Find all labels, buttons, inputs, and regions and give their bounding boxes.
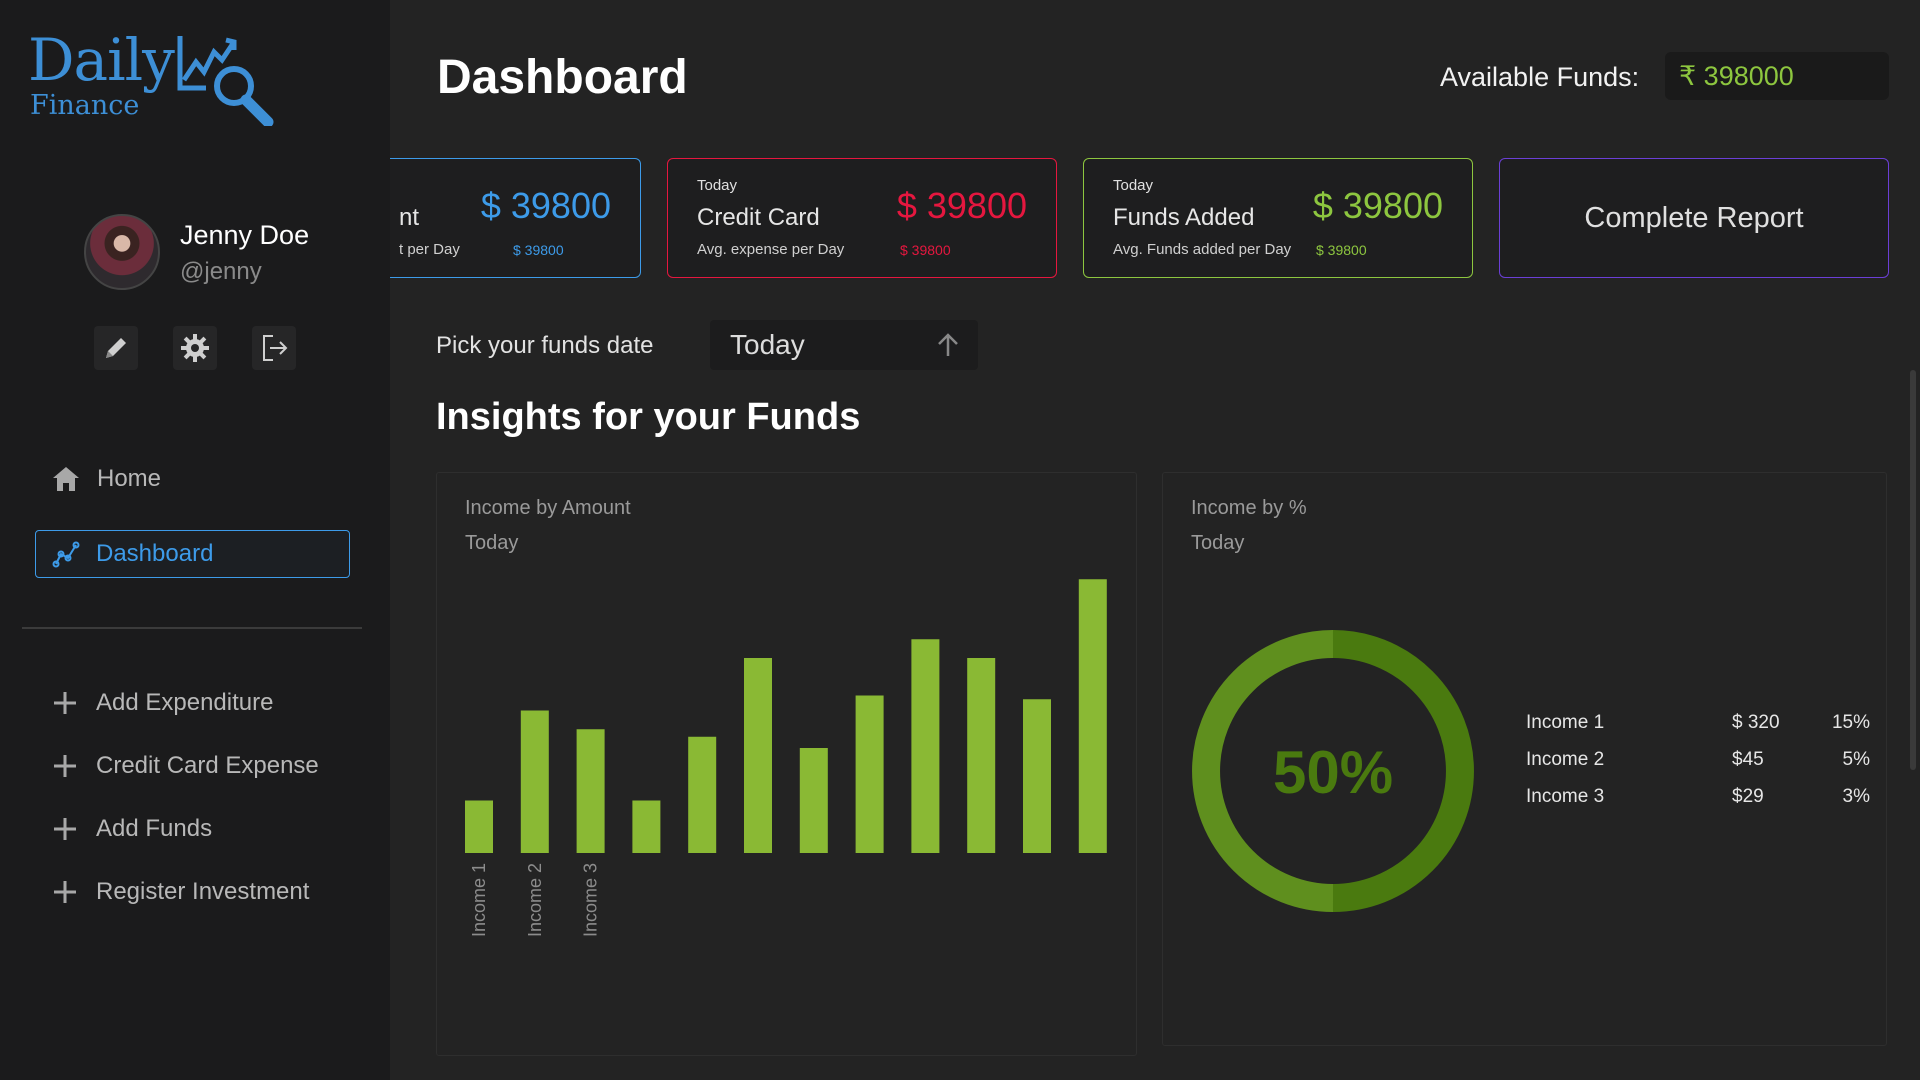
card-title: Funds Added <box>1113 204 1255 231</box>
sidebar-item-label: Credit Card Expense <box>96 752 319 779</box>
sidebar-item-label: Register Investment <box>96 878 310 905</box>
arrow-up-icon <box>938 333 958 356</box>
sidebar-item-label: Add Expenditure <box>96 689 274 716</box>
sidebar-item-register-investment[interactable]: Register Investment <box>34 868 350 916</box>
user-name: Jenny Doe <box>180 220 310 250</box>
legend-name: Income 3 <box>1526 786 1605 807</box>
edit-profile-button[interactable] <box>94 326 138 370</box>
bar <box>520 710 549 853</box>
plus-icon <box>34 816 96 842</box>
summary-card-credit-card[interactable]: Today Credit Card Avg. expense per Day $… <box>667 158 1057 278</box>
logout-button[interactable] <box>252 326 296 370</box>
legend-percent: 15% <box>1831 712 1870 733</box>
home-icon <box>35 465 97 493</box>
sidebar-item-add-funds[interactable]: Add Funds <box>34 805 350 853</box>
user-profile: Jenny Doe @jenny <box>84 214 384 294</box>
chart-subtitle: Today <box>1191 532 1245 554</box>
sidebar-item-label: Add Funds <box>96 815 213 842</box>
user-handle: @jenny <box>180 258 262 285</box>
bar <box>855 695 884 853</box>
bar <box>465 800 493 853</box>
pencil-icon <box>106 338 126 358</box>
avatar[interactable] <box>84 214 160 290</box>
card-avg-amount: $ 39800 <box>513 242 564 258</box>
sidebar-item-home[interactable]: Home <box>34 455 350 503</box>
card-amount: $ 39800 <box>896 185 1027 226</box>
legend-row: Income 2 $45 5% <box>1526 749 1870 779</box>
legend-row: Income 1 $ 320 15% <box>1526 712 1870 742</box>
income-by-amount-panel: Income by Amount Today Income 1 Income 2I… <box>436 472 1137 1056</box>
sidebar-item-dashboard[interactable]: Dashboard <box>35 530 350 578</box>
card-amount: $ 39800 <box>480 185 611 226</box>
date-picker-label: Pick your funds date <box>436 332 654 359</box>
page-scrollbar[interactable] <box>1910 370 1916 770</box>
sidebar-item-label: Home <box>97 465 162 492</box>
complete-report-label: Complete Report <box>1584 201 1804 234</box>
summary-cards-carousel[interactable]: nt t per Day $ 39800 $ 39800 Today Credi… <box>390 158 1890 280</box>
date-picker[interactable]: Today <box>710 320 978 370</box>
legend-percent: 3% <box>1842 786 1870 807</box>
chart-line-icon <box>36 540 96 568</box>
legend-percent: 5% <box>1842 749 1870 770</box>
x-tick-label: Income 1 <box>469 863 489 937</box>
income-bar-chart: Income 1 Income 2 Income 3 <box>465 579 1107 937</box>
card-avg-amount: $ 39800 <box>1316 242 1367 258</box>
bar <box>967 658 996 853</box>
logo-text-daily: Daily <box>28 26 175 94</box>
bar <box>911 639 940 853</box>
card-title: nt <box>399 204 420 231</box>
sidebar: Daily Finance Jenny Doe @jenny Home Dash… <box>0 0 390 1080</box>
insights-title: Insights for your Funds <box>436 396 861 438</box>
sidebar-item-credit-card-expense[interactable]: Credit Card Expense <box>34 742 350 790</box>
date-picker-value: Today <box>730 329 805 360</box>
plus-icon <box>34 753 96 779</box>
plus-icon <box>34 879 96 905</box>
bar <box>744 658 772 853</box>
legend-amount: $45 <box>1732 749 1764 770</box>
legend-name: Income 1 <box>1526 712 1605 733</box>
card-subtitle: Avg. expense per Day <box>697 241 845 258</box>
complete-report-button[interactable]: Complete Report <box>1499 158 1889 278</box>
bar <box>688 736 717 853</box>
income-donut-chart: 50% <box>1192 630 1474 912</box>
donut-center-label: 50% <box>1273 739 1393 806</box>
available-funds-value: ₹ 398000 <box>1665 52 1889 100</box>
card-period: Today <box>1113 177 1154 194</box>
card-title: Credit Card <box>697 204 820 231</box>
card-period: Today <box>697 177 738 194</box>
sidebar-item-label: Dashboard <box>96 540 214 567</box>
x-tick-label: Income 2 <box>525 863 545 937</box>
legend-row: Income 3 $29 3% <box>1526 786 1870 816</box>
legend-name: Income 2 <box>1526 749 1605 770</box>
logout-icon <box>263 335 288 361</box>
legend-amount: $ 320 <box>1732 712 1780 733</box>
card-subtitle: Avg. Funds added per Day <box>1113 241 1292 258</box>
page-title: Dashboard <box>437 51 688 104</box>
summary-card-funds-added[interactable]: Today Funds Added Avg. Funds added per D… <box>1083 158 1473 278</box>
card-subtitle: t per Day <box>399 241 460 258</box>
gear-icon <box>181 334 209 362</box>
available-funds-label: Available Funds: <box>1440 62 1640 92</box>
summary-card-partial[interactable]: nt t per Day $ 39800 $ 39800 <box>390 158 641 278</box>
logo[interactable]: Daily Finance <box>28 26 278 126</box>
card-amount: $ 39800 <box>1312 185 1443 226</box>
card-avg-amount: $ 39800 <box>900 242 951 258</box>
legend-amount: $29 <box>1732 786 1764 807</box>
logo-text-finance: Finance <box>30 90 140 121</box>
settings-button[interactable] <box>173 326 217 370</box>
chart-title: Income by % <box>1191 497 1307 519</box>
bar <box>632 800 661 853</box>
bar <box>1023 699 1051 853</box>
bar <box>576 729 605 853</box>
plus-icon <box>34 690 96 716</box>
bar <box>1078 579 1107 853</box>
sidebar-item-add-expenditure[interactable]: Add Expenditure <box>34 679 350 727</box>
bar <box>799 748 828 853</box>
finance-magnifier-icon <box>177 36 274 126</box>
sidebar-divider <box>22 627 362 629</box>
x-tick-label: Income 3 <box>581 863 601 937</box>
